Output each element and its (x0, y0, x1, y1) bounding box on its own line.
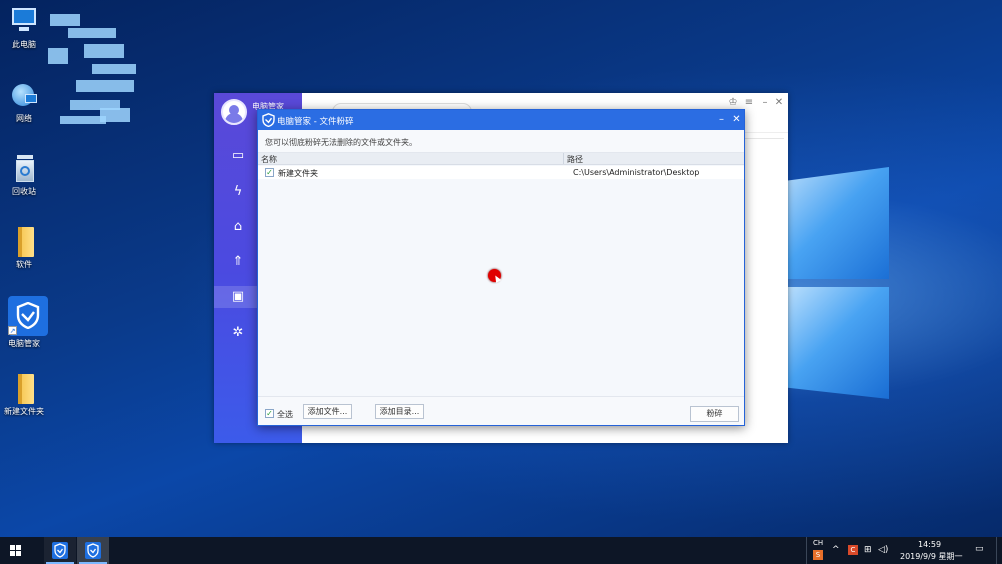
windows-logo-pane (788, 167, 889, 279)
desktop-icon-label: 新建文件夹 (4, 407, 44, 416)
desktop-icon-label: 电脑管家 (8, 339, 40, 348)
desktop-icon-network[interactable]: 网络 (0, 80, 48, 124)
clock-time[interactable]: 14:59 (918, 540, 941, 549)
file-path: C:\Users\Administrator\Desktop (573, 168, 700, 177)
table-row[interactable]: ✓ 新建文件夹 C:\Users\Administrator\Desktop (258, 166, 744, 179)
glitch-artifact (40, 8, 140, 158)
toolbox-icon: ▣ (231, 289, 245, 304)
computer-icon (9, 6, 39, 36)
pc-manager-shield-icon (262, 113, 275, 127)
start-button[interactable] (0, 537, 32, 564)
folder-icon (9, 373, 39, 404)
file-name: 新建文件夹 (278, 169, 318, 178)
add-folder-button[interactable]: 添加目录... (375, 404, 424, 419)
pc-manager-shield-icon (85, 542, 101, 559)
network-icon[interactable]: ⊞ (864, 545, 872, 555)
dialog-title-bar[interactable]: 电脑管家 - 文件粉碎 – ✕ (258, 110, 744, 130)
broom-icon: ⌂ (233, 219, 243, 234)
file-list-header: 名称 路径 (258, 153, 744, 165)
desktop-icon-this-pc[interactable]: 此电脑 (0, 6, 48, 50)
dialog-description: 您可以彻底粉碎无法删除的文件或文件夹。 (265, 138, 417, 147)
notification-icon[interactable]: ▭ (975, 544, 984, 554)
app-tray-icon[interactable]: C (848, 545, 858, 555)
select-all-label[interactable]: 全选 (277, 409, 293, 420)
recycle-bin-icon (9, 153, 39, 183)
windows-logo-pane (788, 287, 889, 399)
shred-button[interactable]: 粉碎 (690, 406, 739, 422)
menu-icon[interactable]: ≡ (742, 96, 756, 110)
select-all-checkbox[interactable]: ✓ (265, 409, 274, 418)
row-checkbox[interactable]: ✓ (265, 168, 274, 177)
taskbar: CH S ^ C ⊞ ◁) 14:59 2019/9/9 星期一 ▭ (0, 537, 1002, 564)
column-header-path[interactable]: 路径 (567, 154, 583, 165)
input-language-indicator[interactable]: CH (813, 539, 823, 547)
input-method-icon[interactable]: S (813, 550, 823, 560)
show-desktop-button[interactable] (996, 537, 1002, 564)
desktop-icon-label: 此电脑 (12, 40, 36, 49)
dialog-title: 电脑管家 - 文件粉碎 (277, 117, 354, 127)
divider (806, 537, 807, 564)
desktop-icon-new-folder[interactable]: 新建文件夹 (0, 373, 48, 417)
rocket-icon: ⇑ (232, 254, 244, 269)
add-file-button[interactable]: 添加文件... (303, 404, 352, 419)
close-button[interactable]: ✕ (729, 112, 744, 127)
minimize-button[interactable]: – (714, 112, 729, 127)
minimize-icon[interactable]: – (758, 96, 772, 110)
file-list[interactable]: 名称 路径 ✓ 新建文件夹 C:\Users\Administrator\Des… (258, 152, 744, 397)
desktop-icon-label: 软件 (16, 260, 32, 269)
desktop-icon-recycle-bin[interactable]: 回收站 (0, 153, 48, 197)
bolt-icon: ϟ (233, 184, 243, 199)
taskbar-app-pc-manager[interactable] (44, 537, 76, 564)
folder-icon (9, 226, 39, 257)
desktop-icon-label: 网络 (16, 114, 32, 123)
desktop-icon-software-folder[interactable]: 软件 (0, 226, 48, 270)
divider (744, 138, 784, 139)
avatar[interactable] (221, 99, 247, 125)
volume-icon[interactable]: ◁) (878, 545, 888, 555)
column-header-name[interactable]: 名称 (261, 154, 277, 165)
monitor-icon: ▭ (231, 148, 245, 163)
clock-date[interactable]: 2019/9/9 星期一 (900, 551, 962, 562)
file-shredder-dialog[interactable]: 电脑管家 - 文件粉碎 – ✕ 您可以彻底粉碎无法删除的文件或文件夹。 名称 路… (257, 109, 745, 426)
pc-manager-shield-icon (52, 542, 68, 559)
network-icon (9, 80, 39, 110)
settings-icon: ✲ (232, 325, 244, 340)
taskbar-app-file-shredder[interactable] (77, 537, 109, 564)
desktop-icon-pc-manager[interactable]: ↗ 电脑管家 (0, 296, 48, 349)
chevron-up-icon[interactable]: ^ (832, 545, 840, 555)
desktop-icon-label: 回收站 (12, 187, 36, 196)
pc-manager-shield-icon: ↗ (4, 296, 48, 336)
close-icon[interactable]: ✕ (772, 96, 786, 110)
skin-icon[interactable]: ♔ (726, 96, 740, 110)
column-separator[interactable] (563, 153, 564, 164)
